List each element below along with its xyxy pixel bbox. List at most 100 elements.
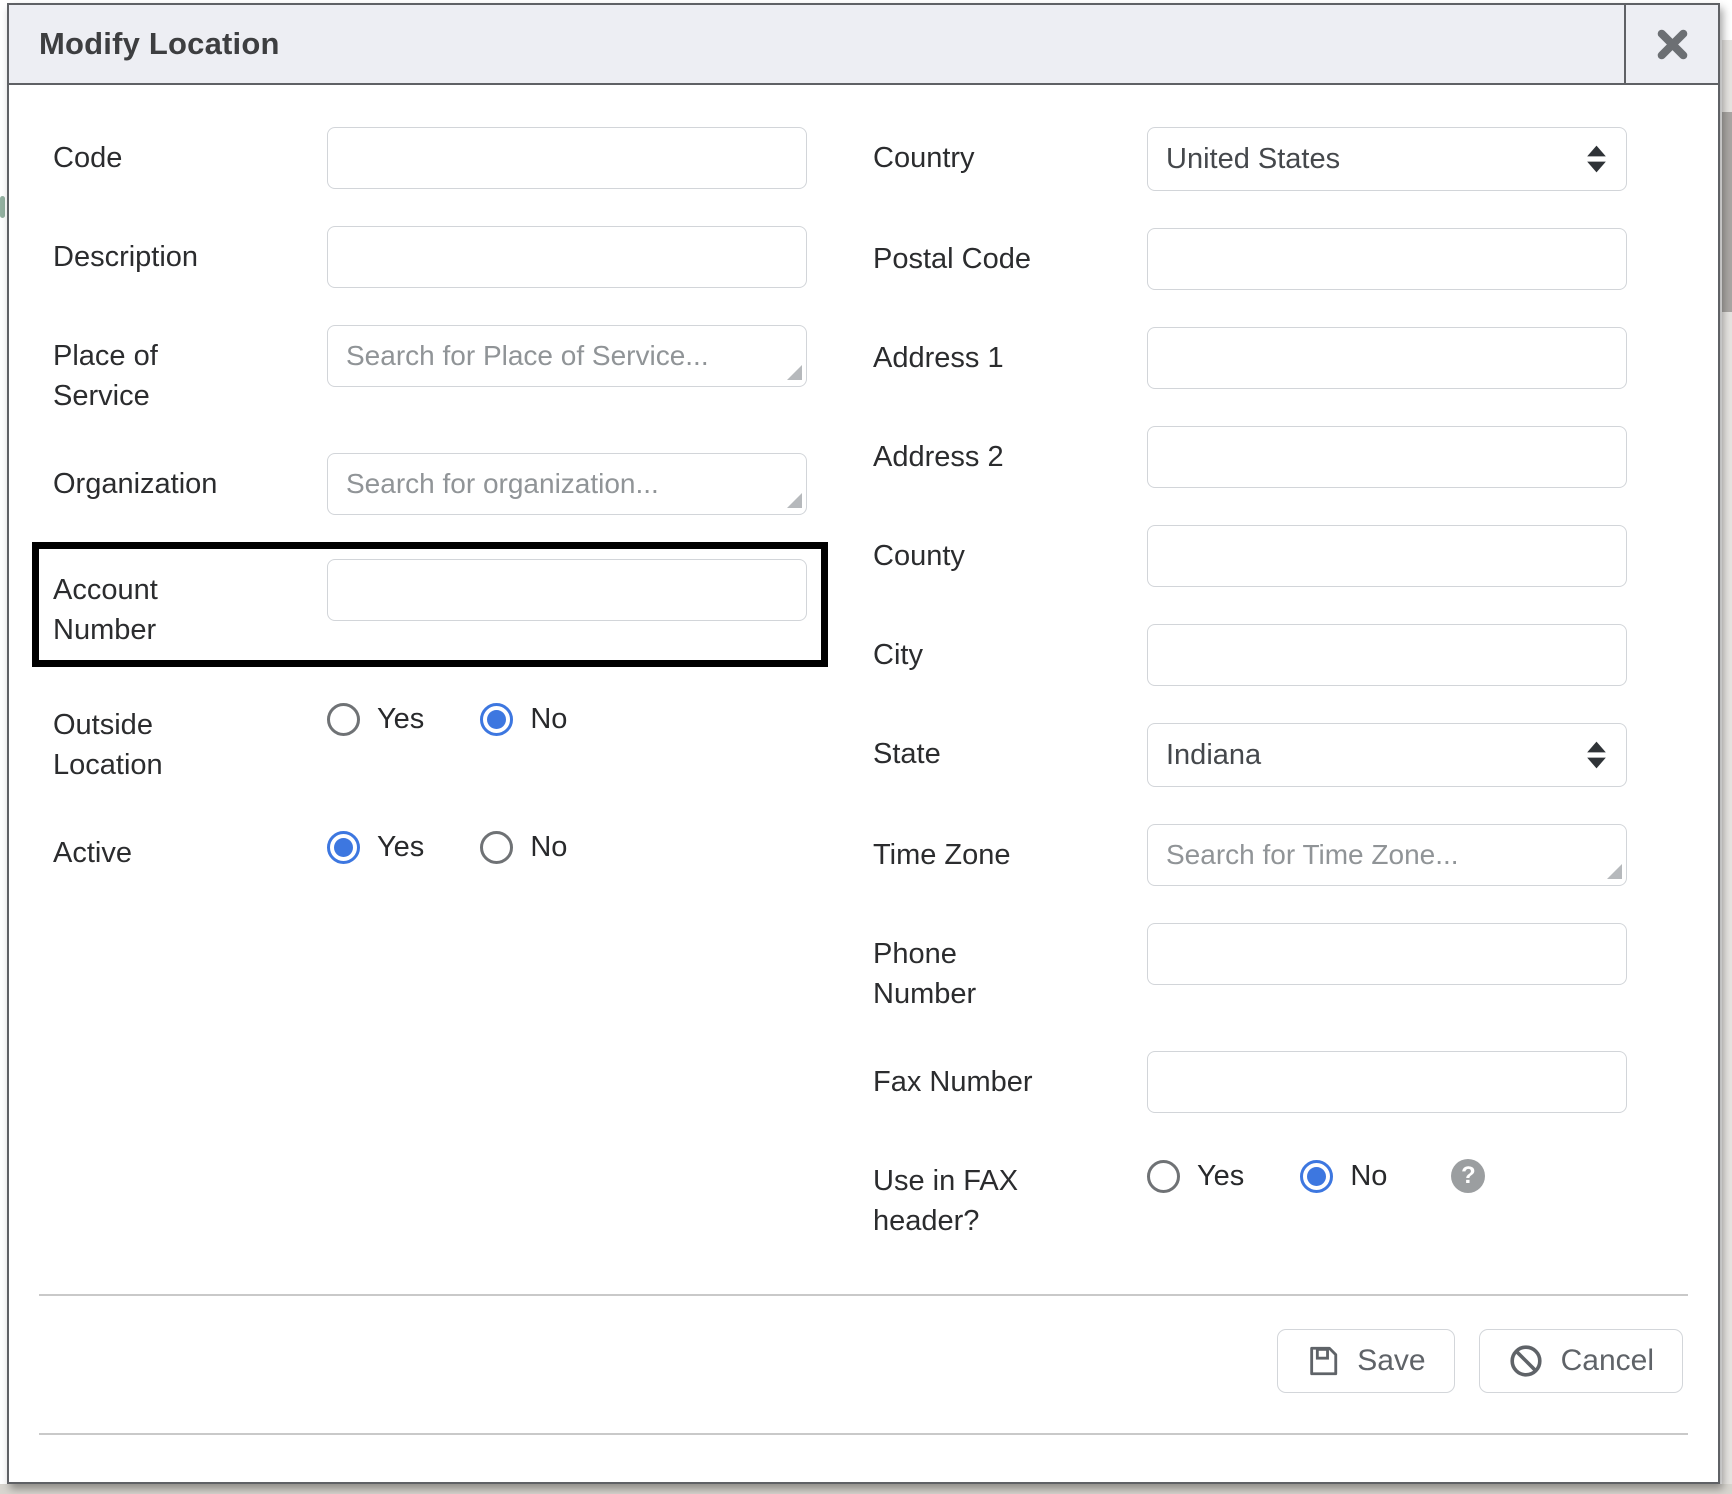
outside-location-label: Outside Location xyxy=(53,694,246,785)
page-scrollbar-thumb[interactable] xyxy=(1722,112,1732,312)
outside-location-radio-group: Yes No xyxy=(327,694,623,736)
city-input[interactable] xyxy=(1147,624,1627,686)
radio-circle-icon xyxy=(480,703,513,736)
fax-number-row: Fax Number xyxy=(873,1051,1627,1113)
city-label: City xyxy=(873,624,1066,675)
country-select[interactable]: United States xyxy=(1147,127,1627,191)
account-number-annotation-box: Account Number xyxy=(32,542,828,667)
address1-row: Address 1 xyxy=(873,327,1627,389)
modal-header: Modify Location xyxy=(9,5,1718,85)
outside-location-no-radio[interactable]: No xyxy=(480,703,567,736)
code-input[interactable] xyxy=(327,127,807,189)
description-row: Description xyxy=(53,226,807,288)
close-button[interactable] xyxy=(1624,5,1718,83)
up-down-arrows-icon xyxy=(1583,143,1610,175)
active-yes-radio[interactable]: Yes xyxy=(327,831,424,864)
radio-circle-icon xyxy=(327,703,360,736)
outside-location-row: Outside Location Yes No xyxy=(53,694,807,785)
fax-header-no-radio[interactable]: No xyxy=(1300,1160,1387,1193)
radio-circle-icon xyxy=(480,831,513,864)
state-select[interactable]: Indiana xyxy=(1147,723,1627,787)
footer-buttons: Save Cancel xyxy=(39,1296,1688,1433)
cancel-button[interactable]: Cancel xyxy=(1479,1329,1683,1393)
description-label: Description xyxy=(53,226,246,277)
phone-number-label: Phone Number xyxy=(873,923,1066,1014)
phone-number-input[interactable] xyxy=(1147,923,1627,985)
fax-number-input[interactable] xyxy=(1147,1051,1627,1113)
radio-option-label: Yes xyxy=(1197,1160,1244,1193)
radio-option-label: No xyxy=(1350,1160,1387,1193)
organization-search-input[interactable] xyxy=(327,453,807,515)
fax-header-label: Use in FAX header? xyxy=(873,1150,1066,1241)
time-zone-label: Time Zone xyxy=(873,824,1066,875)
time-zone-row: Time Zone xyxy=(873,824,1627,886)
fax-header-yes-radio[interactable]: Yes xyxy=(1147,1160,1244,1193)
save-button-label: Save xyxy=(1357,1344,1425,1378)
county-label: County xyxy=(873,525,1066,576)
address2-input[interactable] xyxy=(1147,426,1627,488)
up-down-arrows-icon xyxy=(1583,739,1610,771)
outside-location-yes-radio[interactable]: Yes xyxy=(327,703,424,736)
country-row: Country United States xyxy=(873,127,1627,191)
country-label: Country xyxy=(873,127,1066,178)
time-zone-search-input[interactable] xyxy=(1147,824,1627,886)
address1-label: Address 1 xyxy=(873,327,1066,378)
footer-bottom-space xyxy=(39,1435,1688,1482)
organization-label: Organization xyxy=(53,453,246,504)
state-select-value: Indiana xyxy=(1166,739,1261,772)
state-label: State xyxy=(873,723,1066,774)
slash-circle-icon xyxy=(1508,1343,1544,1379)
active-no-radio[interactable]: No xyxy=(480,831,567,864)
page-scrollbar[interactable] xyxy=(1722,40,1732,1494)
modal-body: Code Description Place of Service Organi… xyxy=(9,85,1718,1294)
address2-row: Address 2 xyxy=(873,426,1627,488)
active-row: Active Yes No xyxy=(53,822,807,873)
active-label: Active xyxy=(53,822,246,873)
modal-footer: Save Cancel xyxy=(9,1294,1718,1482)
address2-label: Address 2 xyxy=(873,426,1066,477)
save-button[interactable]: Save xyxy=(1277,1329,1454,1393)
code-label: Code xyxy=(53,127,246,178)
place-of-service-row: Place of Service xyxy=(53,325,807,416)
account-number-row: Account Number xyxy=(53,559,821,650)
modal-title: Modify Location xyxy=(9,5,1624,83)
modify-location-modal: Modify Location Code Description xyxy=(7,3,1720,1484)
radio-option-label: No xyxy=(530,831,567,864)
account-number-input[interactable] xyxy=(327,559,807,621)
city-row: City xyxy=(873,624,1627,686)
address1-input[interactable] xyxy=(1147,327,1627,389)
code-row: Code xyxy=(53,127,807,189)
help-question-icon[interactable]: ? xyxy=(1451,1159,1485,1193)
background-page-fragment xyxy=(0,196,5,218)
background-page-strip xyxy=(0,1484,1732,1494)
form-left-column: Code Description Place of Service Organi… xyxy=(53,127,807,1294)
active-radio-group: Yes No xyxy=(327,822,623,864)
country-select-value: United States xyxy=(1166,143,1340,176)
place-of-service-search-input[interactable] xyxy=(327,325,807,387)
fax-header-row: Use in FAX header? Yes No ? xyxy=(873,1150,1627,1241)
postal-code-input[interactable] xyxy=(1147,228,1627,290)
account-number-label: Account Number xyxy=(53,559,246,650)
radio-option-label: Yes xyxy=(377,703,424,736)
description-input[interactable] xyxy=(327,226,807,288)
form-right-column: Country United States Postal Code xyxy=(873,127,1627,1294)
county-row: County xyxy=(873,525,1627,587)
floppy-disk-icon xyxy=(1306,1344,1340,1378)
organization-row: Organization xyxy=(53,453,807,515)
radio-circle-icon xyxy=(1300,1160,1333,1193)
close-x-icon xyxy=(1654,26,1691,63)
fax-number-label: Fax Number xyxy=(873,1051,1066,1102)
radio-circle-icon xyxy=(1147,1160,1180,1193)
postal-code-label: Postal Code xyxy=(873,228,1066,279)
radio-option-label: Yes xyxy=(377,831,424,864)
cancel-button-label: Cancel xyxy=(1561,1344,1654,1378)
place-of-service-label: Place of Service xyxy=(53,325,246,416)
postal-code-row: Postal Code xyxy=(873,228,1627,290)
radio-circle-icon xyxy=(327,831,360,864)
fax-header-radio-group: Yes No ? xyxy=(1147,1150,1485,1193)
state-row: State Indiana xyxy=(873,723,1627,787)
radio-option-label: No xyxy=(530,703,567,736)
page-background: Modify Location Code Description xyxy=(0,0,1732,1494)
county-input[interactable] xyxy=(1147,525,1627,587)
phone-number-row: Phone Number xyxy=(873,923,1627,1014)
